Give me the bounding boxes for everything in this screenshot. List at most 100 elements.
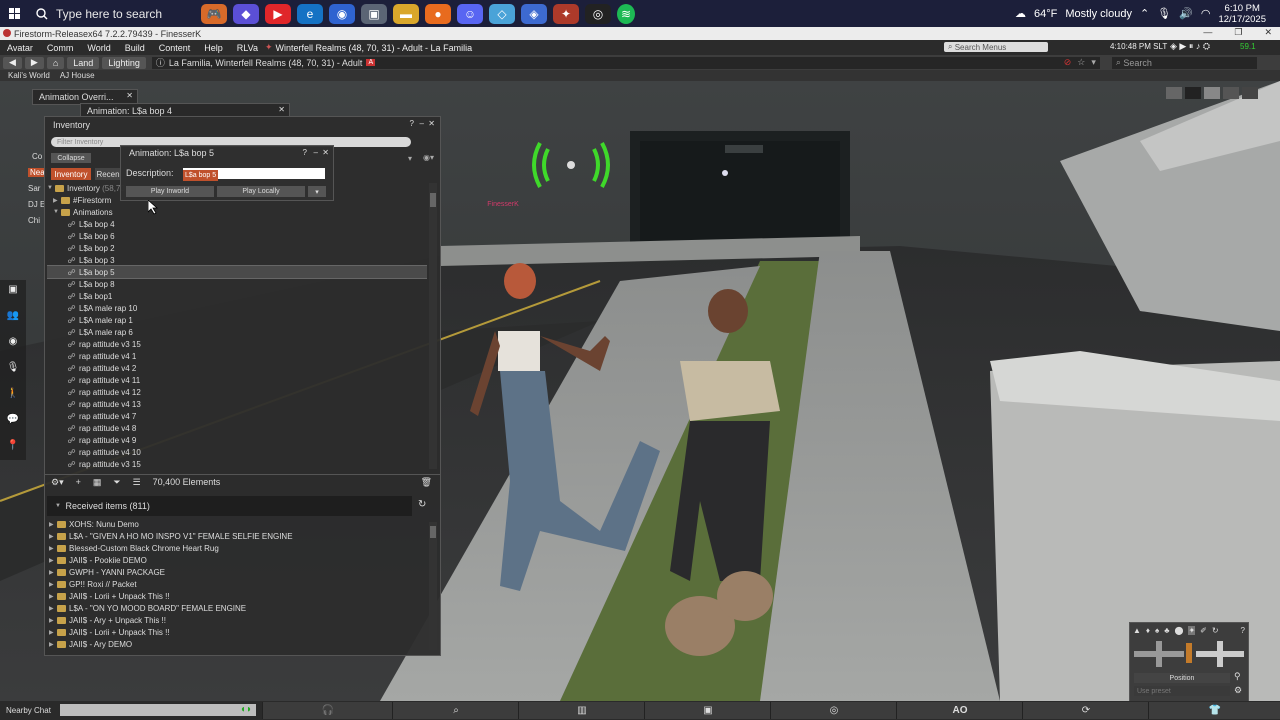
expand-icon[interactable]: ▶ [53, 197, 61, 204]
elevation-slider[interactable] [1186, 643, 1192, 663]
expand-icon[interactable]: ▶ [49, 569, 57, 576]
expand-icon[interactable]: ▼ [53, 209, 61, 215]
search-menus-input[interactable]: ⌕ Search Menus [944, 42, 1048, 52]
received-item-row[interactable]: ▶ JAII$ - Ary DEMO [47, 638, 427, 650]
inventory-item-row[interactable]: ☍ rap attitude v3 15 [47, 458, 427, 470]
chevron-down-icon[interactable]: ▾ [1091, 57, 1096, 68]
maximize-icon[interactable]: ❐ [1234, 27, 1242, 38]
taskbar-spotify-icon[interactable]: ≋ [617, 3, 635, 24]
received-item-row[interactable]: ▶ GWPH - YANNI PACKAGE [47, 566, 427, 578]
wifi-icon[interactable]: ◠ [1201, 7, 1211, 20]
close-icon[interactable]: ✕ [428, 119, 435, 128]
received-item-row[interactable]: ▶ L$A - "ON YO MOOD BOARD" FEMALE ENGINE [47, 602, 427, 614]
taskbar-game-icon[interactable]: 🎮 [201, 3, 227, 24]
scrollbar-thumb[interactable] [430, 193, 436, 207]
chevron-down-icon[interactable]: ▾ [308, 186, 326, 197]
favorite-item[interactable]: Kali's World [8, 71, 50, 80]
inventory-item-row[interactable]: ☍ L$a bop 4 [47, 218, 427, 230]
expand-icon[interactable]: ▼ [55, 503, 63, 509]
back-button[interactable]: ◀ [3, 56, 22, 69]
map-pin-icon[interactable]: 📍 [4, 436, 22, 454]
minimize-icon[interactable]: – [420, 119, 424, 128]
taskbar-folder-icon[interactable]: ▬ [393, 3, 419, 24]
list-icon[interactable]: ☰ [133, 477, 141, 488]
forward-button[interactable]: ▶ [24, 56, 44, 69]
play-inworld-button[interactable]: Play Inworld [126, 186, 214, 197]
expand-icon[interactable]: ▶ [49, 581, 57, 588]
filter-icon[interactable]: ⏷ [113, 477, 120, 488]
tab-recent[interactable]: Recen [95, 168, 121, 180]
close-icon[interactable]: ✕ [278, 105, 285, 114]
crouch-icon[interactable]: ✦ [1188, 626, 1196, 635]
inventory-item-row[interactable]: ☍ rap attitude v3 15 [47, 338, 427, 350]
hud-icon[interactable] [1204, 87, 1220, 99]
nearby-chat-input[interactable]: ◖◗ [60, 704, 256, 716]
menu-comm[interactable]: Comm [40, 43, 81, 53]
inventory-item-row[interactable]: ☍ L$a bop 2 [47, 242, 427, 254]
outfit-button[interactable]: 👕 [1148, 702, 1280, 719]
inventory-item-row[interactable]: ☍ rap attitude v4 9 [47, 434, 427, 446]
expand-icon[interactable]: ▼ [47, 185, 55, 191]
animation-preview-floater[interactable]: Animation: L$a bop 5 ? – ✕ Description: … [120, 145, 334, 201]
position-label[interactable]: Position [1134, 673, 1230, 683]
taskbar-app-icon[interactable]: ▣ [361, 3, 387, 24]
currency-icon[interactable]: ◈ ▶ ⏸ ♪ ⛭ [1170, 41, 1210, 52]
walk-icon[interactable]: ▲ [1133, 626, 1141, 635]
expand-icon[interactable]: ▶ [49, 605, 57, 612]
gear-icon[interactable]: ⚙▾ [51, 477, 64, 488]
inventory-item-row[interactable]: ☍ rap attitude v4 12 [47, 386, 427, 398]
nearby-chat-label[interactable]: Nearby Chat [0, 706, 60, 715]
expand-icon[interactable]: ▶ [49, 521, 57, 528]
received-item-row[interactable]: ▶ JAII$ - Ary + Unpack This !! [47, 614, 427, 626]
menu-help[interactable]: Help [197, 43, 230, 53]
expand-icon[interactable]: ▶ [49, 641, 57, 648]
received-item-row[interactable]: ▶ JAII$ - Lorii + Unpack This !! [47, 626, 427, 638]
refresh-icon[interactable]: ↻ [418, 499, 426, 510]
map-button[interactable]: ▥ [518, 702, 645, 719]
menu-build[interactable]: Build [118, 43, 152, 53]
menu-world[interactable]: World [80, 43, 117, 53]
inventory-item-row[interactable]: ☍ rap attitude v4 11 [47, 374, 427, 386]
help-icon[interactable]: ? [303, 148, 307, 157]
help-icon[interactable]: ? [410, 119, 414, 128]
inventory-item-row[interactable]: ☍ L$a bop 6 [47, 230, 427, 242]
radar-button[interactable]: ◎ [770, 702, 897, 719]
inventory-item-row[interactable]: ☍ rap attitude v4 13 [47, 398, 427, 410]
received-item-row[interactable]: ▶ JAII$ - Lorii + Unpack This !! [47, 590, 427, 602]
taskbar-edge-icon[interactable]: e [297, 3, 323, 24]
inventory-item-row[interactable]: ☍ L$a bop 3 [47, 254, 427, 266]
count-icon[interactable] [1242, 87, 1258, 99]
received-item-row[interactable]: ▶ GP!! Roxi // Packet [47, 578, 427, 590]
close-icon[interactable]: ✕ [322, 148, 329, 157]
taskbar-firestorm-icon[interactable]: ✦ [553, 3, 579, 24]
menu-content[interactable]: Content [152, 43, 198, 53]
received-item-row[interactable]: ▶ L$A - "GIVEN A HO MO INSPO V1" FEMALE S… [47, 530, 427, 542]
close-icon[interactable]: ✕ [126, 91, 133, 100]
expand-icon[interactable]: ▶ [49, 545, 57, 552]
folder-row[interactable]: ▼ Animations [47, 206, 427, 218]
land-button[interactable]: Land [67, 56, 100, 69]
sync-button[interactable]: ⟳ [1022, 702, 1149, 719]
minimize-icon[interactable]: — [1203, 27, 1212, 38]
headset-button[interactable]: 🎧 [262, 702, 393, 719]
received-scrollbar[interactable] [429, 522, 437, 650]
voice-icon[interactable]: 🎙 [4, 358, 22, 376]
chevron-up-icon[interactable]: ⌃ [1140, 7, 1149, 20]
received-item-row[interactable]: ▶ Blessed-Custom Black Chrome Heart Rug [47, 542, 427, 554]
inventory-item-row[interactable]: ☍ rap attitude v4 1 [47, 350, 427, 362]
inventory-item-row[interactable]: ☍ L$a bop 8 [47, 278, 427, 290]
gear-icon[interactable]: ⚙ [1234, 685, 1242, 696]
preset-select[interactable]: Use preset [1134, 686, 1230, 696]
search-button[interactable]: ⌕ [392, 702, 519, 719]
chat-icon[interactable]: 💬 [4, 410, 22, 428]
received-items-header[interactable]: ▼ Received items (811) [47, 496, 412, 516]
fly-icon[interactable]: ♠ [1155, 626, 1159, 635]
inventory-item-row[interactable]: ☍ rap attitude v4 2 [47, 362, 427, 374]
chevron-down-icon[interactable]: ▾ [408, 154, 412, 163]
people-icon[interactable]: 👥 [4, 306, 22, 324]
map-pin-icon[interactable]: ⚲ [1234, 671, 1241, 682]
minimize-icon[interactable]: – [314, 148, 318, 157]
tab-inventory[interactable]: Inventory [51, 168, 91, 180]
inventory-scrollbar[interactable] [429, 183, 437, 469]
reset-icon[interactable]: ↻ [1212, 626, 1219, 635]
